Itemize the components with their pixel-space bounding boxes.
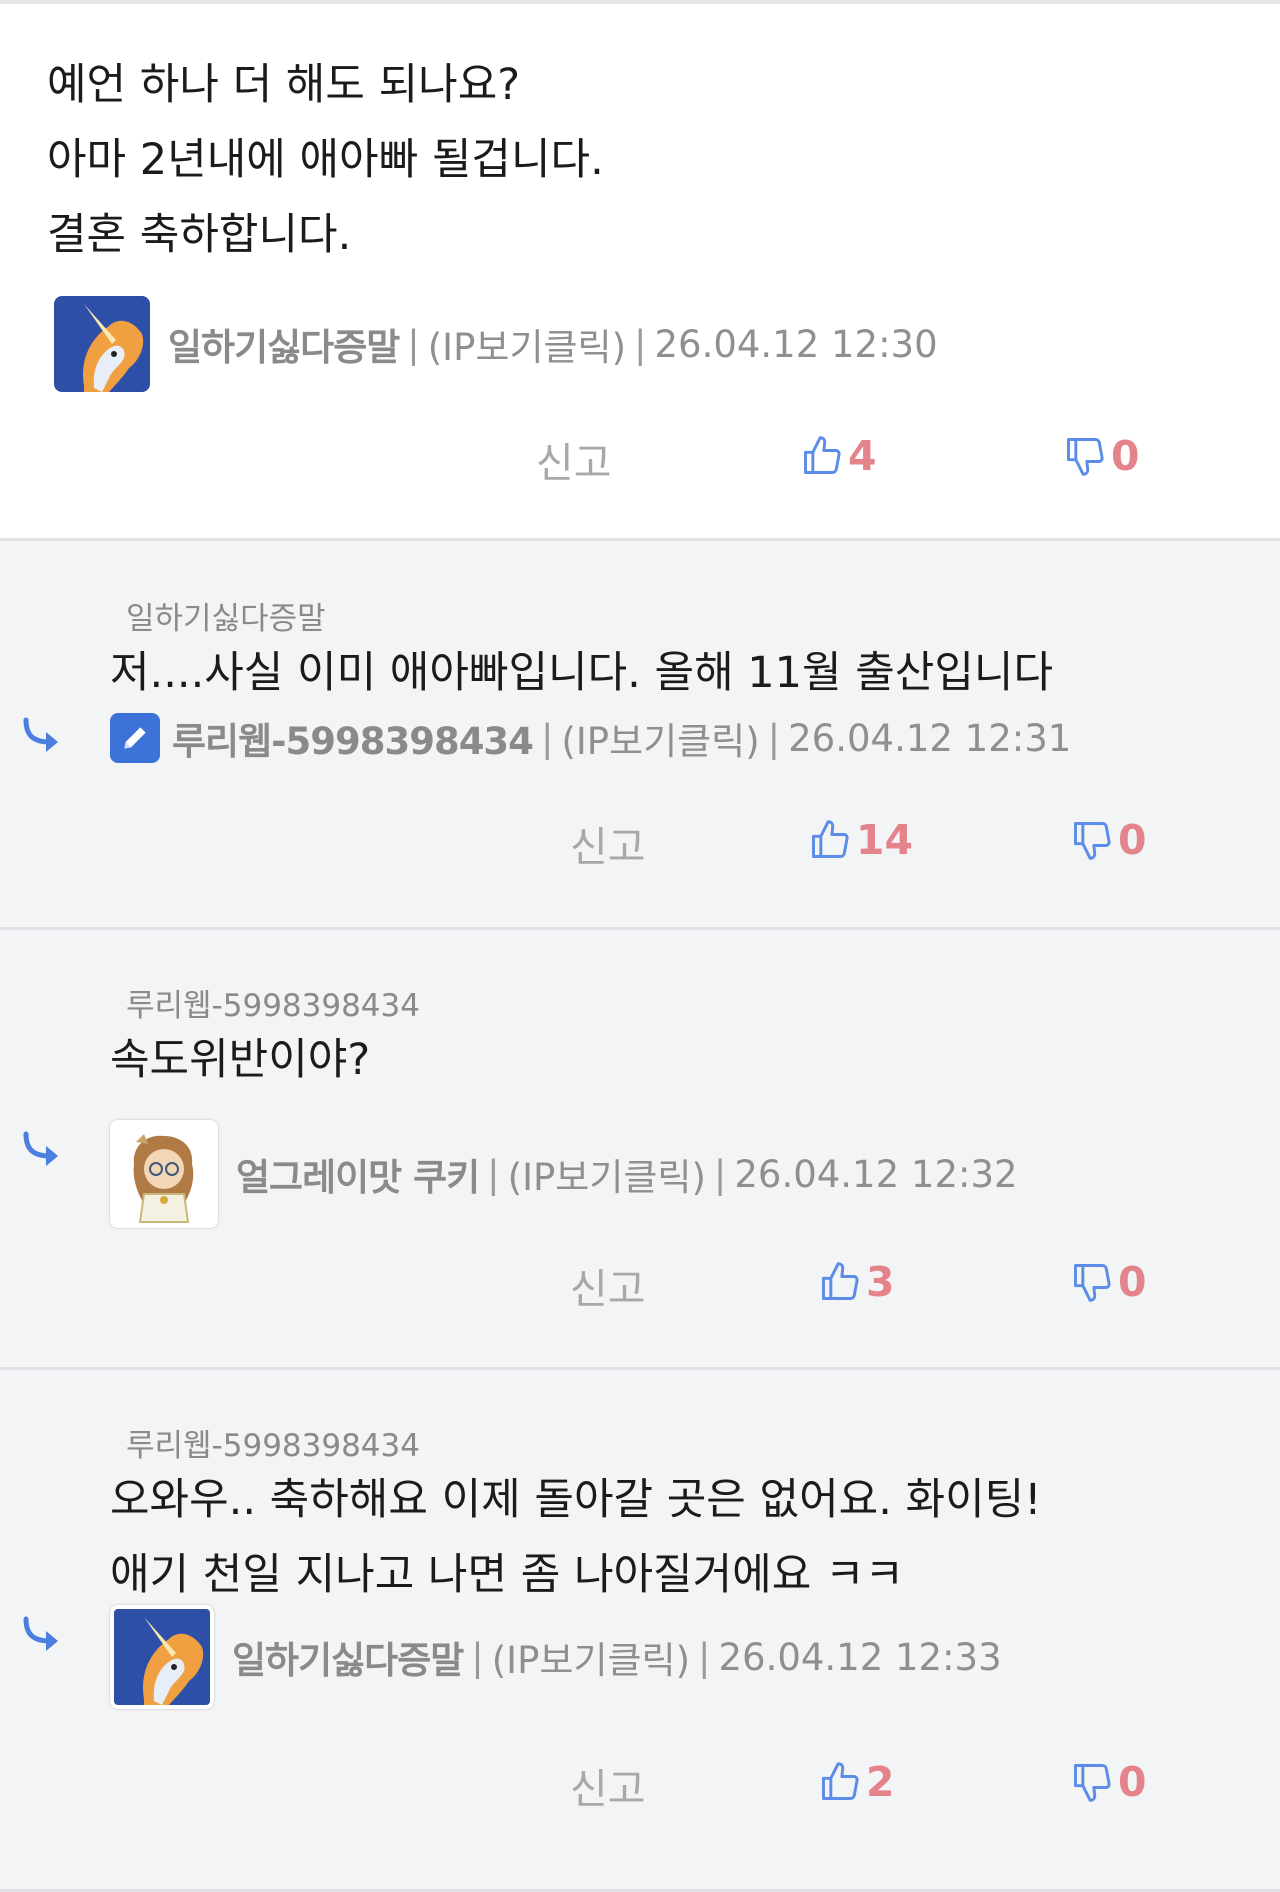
author-name[interactable]: 얼그레이맛 쿠키: [236, 1147, 480, 1201]
comment-line: 아마 2년내에 애아빠 될겁니다.: [47, 135, 604, 185]
like-button[interactable]: 3: [818, 1258, 895, 1306]
dislike-button[interactable]: 0: [1070, 816, 1147, 864]
avatar[interactable]: [110, 713, 160, 763]
reply-comment-item: 루리웹-5998398434 속도위반이야? 얼그레이맛 쿠키 | (IP보기클…: [0, 930, 1280, 1370]
like-button[interactable]: 2: [818, 1758, 895, 1806]
thumbs-down-icon: [1067, 438, 1104, 476]
author-name[interactable]: 일하기싫다증말: [168, 317, 400, 371]
dislike-count: 0: [1118, 1758, 1147, 1806]
comment-meta: 루리웹-5998398434 | (IP보기클릭) | 26.04.12 12:…: [110, 711, 1071, 765]
separator: |: [767, 716, 781, 760]
author-name[interactable]: 일하기싫다증말: [232, 1630, 464, 1684]
ip-view-link[interactable]: (IP보기클릭): [492, 1630, 690, 1684]
avatar[interactable]: [54, 296, 150, 392]
separator: |: [540, 716, 554, 760]
dislike-count: 0: [1111, 432, 1140, 480]
unicorn-avatar-icon: [54, 296, 150, 392]
thumbs-up-icon: [822, 1762, 859, 1800]
timestamp: 26.04.12 12:30: [654, 322, 938, 366]
ip-view-link[interactable]: (IP보기클릭): [508, 1147, 706, 1201]
comment-meta: 일하기싫다증말 | (IP보기클릭) | 26.04.12 12:30: [54, 296, 938, 392]
thumbs-up-icon: [804, 436, 841, 474]
comment-meta: 얼그레이맛 쿠키 | (IP보기클릭) | 26.04.12 12:32: [110, 1120, 1018, 1228]
comment-line: 애기 천일 지나고 나면 좀 나아질거에요 ㅋㅋ: [110, 1550, 905, 1600]
dislike-button[interactable]: 0: [1070, 1758, 1147, 1806]
pencil-icon: [124, 727, 146, 749]
separator: |: [713, 1152, 727, 1196]
separator: |: [487, 1152, 500, 1196]
comment-item: 예언 하나 더 해도 되나요? 아마 2년내에 애아빠 될겁니다. 결혼 축하합…: [0, 4, 1280, 541]
timestamp: 26.04.12 12:32: [734, 1152, 1018, 1196]
separator: |: [407, 322, 420, 366]
comment-text: 저....사실 이미 애아빠입니다. 올해 11월 출산입니다: [110, 636, 1053, 711]
thumbs-down-icon: [1074, 1764, 1111, 1802]
comment-text: 예언 하나 더 해도 되나요? 아마 2년내에 애아빠 될겁니다. 결혼 축하합…: [47, 48, 604, 273]
report-button[interactable]: 신고: [570, 813, 645, 873]
dislike-count: 0: [1118, 1258, 1147, 1306]
report-button[interactable]: 신고: [570, 1755, 645, 1815]
thumbs-up-icon: [822, 1262, 859, 1300]
avatar[interactable]: [110, 1605, 214, 1709]
like-count: 3: [866, 1258, 895, 1306]
comment-line: 속도위반이야?: [110, 1035, 371, 1085]
reply-comment-item: 일하기싫다증말 저....사실 이미 애아빠입니다. 올해 11월 출산입니다 …: [0, 541, 1280, 930]
avatar[interactable]: [110, 1120, 218, 1228]
reply-arrow-icon: [23, 717, 58, 752]
timestamp: 26.04.12 12:33: [718, 1635, 1002, 1679]
dislike-button[interactable]: 0: [1070, 1258, 1147, 1306]
comment-text: 오와우.. 축하해요 이제 돌아갈 곳은 없어요. 화이팅! 애기 천일 지나고…: [110, 1463, 1041, 1613]
comment-line: 결혼 축하합니다.: [47, 210, 352, 260]
reply-comment-item: 루리웹-5998398434 오와우.. 축하해요 이제 돌아갈 곳은 없어요.…: [0, 1370, 1280, 1892]
dislike-count: 0: [1118, 816, 1147, 864]
ip-view-link[interactable]: (IP보기클릭): [428, 317, 626, 371]
dislike-button[interactable]: 0: [1063, 432, 1140, 480]
like-button[interactable]: 4: [800, 432, 877, 480]
separator: |: [634, 322, 647, 366]
cookie-character-avatar-icon: [114, 1124, 214, 1224]
ip-view-link[interactable]: (IP보기클릭): [561, 711, 759, 765]
reply-arrow-icon: [23, 1616, 58, 1651]
unicorn-avatar-icon: [114, 1609, 210, 1705]
thumbs-up-icon: [812, 820, 849, 858]
like-button[interactable]: 14: [808, 816, 913, 864]
comment-line: 저....사실 이미 애아빠입니다. 올해 11월 출산입니다: [110, 648, 1054, 698]
author-name[interactable]: 루리웹-5998398434: [172, 711, 534, 765]
comment-meta: 일하기싫다증말 | (IP보기클릭) | 26.04.12 12:33: [110, 1605, 1002, 1709]
comment-line: 예언 하나 더 해도 되나요?: [47, 60, 521, 110]
reply-arrow-icon: [23, 1131, 58, 1166]
report-button[interactable]: 신고: [570, 1255, 645, 1315]
reply-to-name: 루리웹-5998398434: [126, 988, 420, 1024]
thumbs-down-icon: [1074, 822, 1111, 860]
timestamp: 26.04.12 12:31: [788, 716, 1072, 760]
like-count: 2: [866, 1758, 895, 1806]
comment-text: 속도위반이야?: [110, 1023, 370, 1098]
reply-to-name: 일하기싫다증말: [126, 601, 326, 637]
report-button[interactable]: 신고: [536, 429, 611, 489]
separator: |: [471, 1635, 484, 1679]
reply-to-name: 루리웹-5998398434: [126, 1428, 420, 1464]
thumbs-down-icon: [1074, 1264, 1111, 1302]
comment-line: 오와우.. 축하해요 이제 돌아갈 곳은 없어요. 화이팅!: [110, 1475, 1042, 1525]
separator: |: [698, 1635, 711, 1679]
like-count: 14: [856, 816, 914, 864]
like-count: 4: [848, 432, 877, 480]
